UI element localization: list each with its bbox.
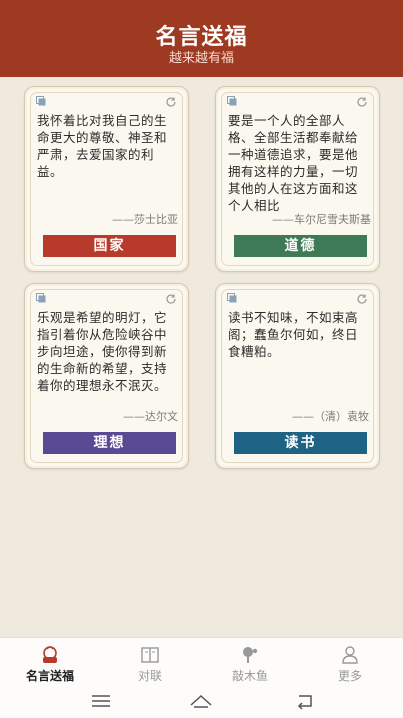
tab-label: 更多 [337,669,362,683]
copy-icon[interactable] [227,96,237,106]
tab-label: 对联 [137,669,162,683]
quote-author: ——车尔尼雪夫斯基 [272,213,371,226]
gift-icon [43,646,57,663]
tab-label: 敲木鱼 [231,669,268,683]
page-subtitle: 越来越有福 [168,51,234,66]
couplet-icon [141,647,159,663]
quote-text: 要是一个人的全部人格、全部生活都奉献给一种道德追求，要是他拥有这样的力量，一切其… [228,113,359,213]
menu-icon[interactable] [89,691,113,711]
quote-text: 我怀着比对我自己的生命更大的尊敬、神圣和严肃，去爱国家的利益。 [37,113,168,179]
category-tag-button[interactable]: 读书 [234,432,367,454]
back-icon[interactable] [293,691,317,711]
tab-label: 名言送福 [25,669,74,683]
quote-author: ——（清）袁牧 [292,410,369,423]
quote-author: ——莎士比亚 [112,213,178,226]
quote-card: 要是一个人的全部人格、全部生活都奉献给一种道德追求，要是他拥有这样的力量，一切其… [215,86,380,272]
copy-icon[interactable] [36,293,46,303]
refresh-icon[interactable] [356,293,368,305]
category-tag-button[interactable]: 理想 [43,432,176,454]
quote-author: ——达尔文 [123,410,178,423]
tab-couplets[interactable]: 对联 [100,638,200,686]
copy-icon[interactable] [227,293,237,303]
home-icon[interactable] [189,691,213,711]
refresh-icon[interactable] [165,96,177,108]
app-header: 名言送福 越来越有福 [0,0,403,77]
category-tag-button[interactable]: 道德 [234,235,367,257]
quote-text: 乐观是希望的明灯，它指引着你从危险峡谷中步向坦途，使你得到新的生命新的希望，支持… [37,310,168,393]
quote-card: 我怀着比对我自己的生命更大的尊敬、神圣和严肃，去爱国家的利益。 ——莎士比亚 国… [24,86,189,272]
bottom-tab-bar: 名言送福 对联 敲木鱼 更多 [0,637,403,686]
tab-more[interactable]: 更多 [300,638,400,686]
quote-card: 乐观是希望的明灯，它指引着你从危险峡谷中步向坦途，使你得到新的生命新的希望，支持… [24,283,189,469]
refresh-icon[interactable] [356,96,368,108]
copy-icon[interactable] [36,96,46,106]
wooden-fish-icon [243,647,258,663]
category-tag-button[interactable]: 国家 [43,235,176,257]
refresh-icon[interactable] [165,293,177,305]
system-nav-bar [0,685,403,718]
person-icon [342,646,358,664]
quote-card: 读书不知味，不如束高阁；蠢鱼尔何如，终日食糟粕。 ——（清）袁牧 读书 [215,283,380,469]
tab-wooden-fish[interactable]: 敲木鱼 [200,638,300,686]
tab-quotes[interactable]: 名言送福 [0,638,100,686]
quote-text: 读书不知味，不如束高阁；蠢鱼尔何如，终日食糟粕。 [228,310,359,359]
